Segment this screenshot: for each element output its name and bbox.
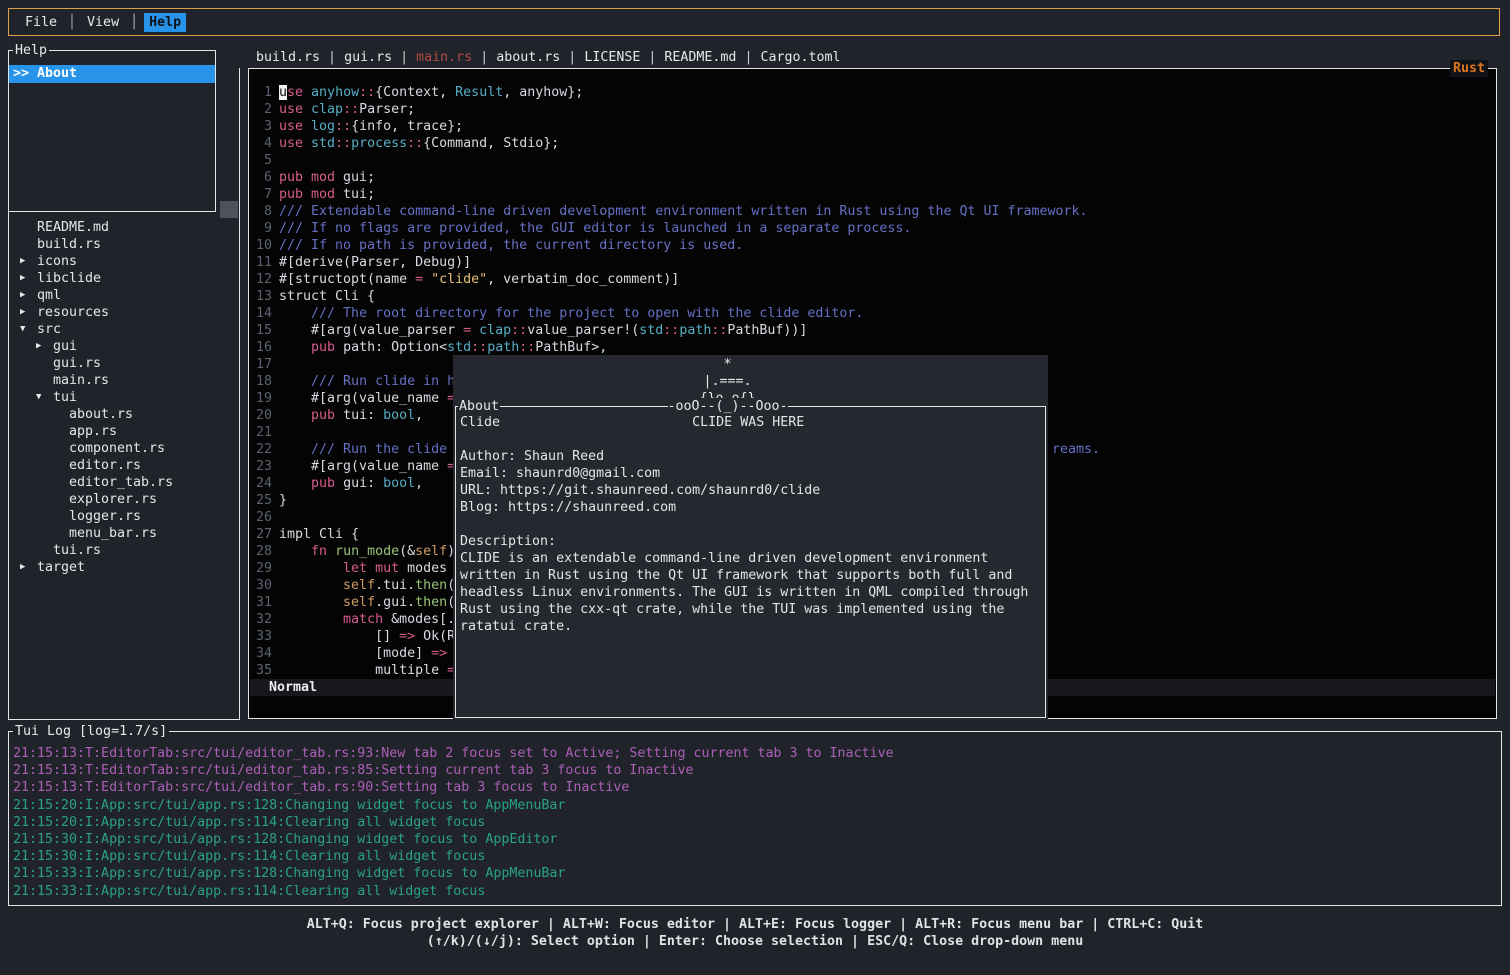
tab-gui.rs[interactable]: gui.rs — [344, 50, 392, 65]
editor-language-badge: Rust — [1450, 60, 1488, 77]
tree-item-build-rs[interactable]: build.rs — [9, 236, 238, 253]
app-window: File│View│Help build.rs | gui.rs | main.… — [0, 0, 1510, 975]
statusbar-shortcuts-line2: (↑/k)/(↓/j): Select option | Enter: Choo… — [0, 933, 1510, 950]
tree-item-app-rs[interactable]: app.rs — [9, 423, 238, 440]
tree-item-editor-rs[interactable]: editor.rs — [9, 457, 238, 474]
code-line: 3use log::{info, trace}; — [252, 118, 1494, 135]
ascii-art-border-line: -ooO--(_)--Ooo- — [667, 398, 787, 415]
code-line: 12#[structopt(name = "clide", verbatim_d… — [252, 271, 1494, 288]
tab-main.rs[interactable]: main.rs — [416, 50, 472, 65]
log-entry: 21:15:30:I:App:src/tui/app.rs:114:Cleari… — [13, 848, 1499, 865]
tree-item-tui-rs[interactable]: tui.rs — [9, 542, 238, 559]
code-line: 2use clap::Parser; — [252, 101, 1494, 118]
about-popup: * |.===. {}o o{} About -ooO--(_)--Ooo- C… — [453, 355, 1048, 720]
help-dropdown: Help >> About — [8, 50, 216, 212]
tree-item-gui[interactable]: ▶gui — [9, 338, 238, 355]
chevron-collapsed-icon[interactable]: ▶ — [36, 338, 53, 355]
code-line: 14 /// The root directory for the projec… — [252, 305, 1494, 322]
tree-item-menu_bar-rs[interactable]: menu_bar.rs — [9, 525, 238, 542]
editor-tabs: build.rs | gui.rs | main.rs | about.rs |… — [256, 49, 841, 66]
code-overflow-fragment: reams. — [1052, 441, 1100, 458]
code-line: 5 — [252, 152, 1494, 169]
log-entry: 21:15:20:I:App:src/tui/app.rs:114:Cleari… — [13, 814, 1499, 831]
code-line: 7pub mod tui; — [252, 186, 1494, 203]
menu-item-view[interactable]: View — [82, 13, 124, 32]
tree-item-tui[interactable]: ▼tui — [9, 389, 238, 406]
menu-bar-items: File│View│Help — [20, 13, 186, 32]
log-entry: 21:15:13:T:EditorTab:src/tui/editor_tab.… — [13, 745, 1499, 762]
chevron-collapsed-icon[interactable]: ▶ — [20, 253, 37, 270]
menu-item-help[interactable]: Help — [144, 13, 186, 32]
tree-item-explorer-rs[interactable]: explorer.rs — [9, 491, 238, 508]
menu-item-file[interactable]: File — [20, 13, 62, 32]
tree-item-main-rs[interactable]: main.rs — [9, 372, 238, 389]
explorer-scrollbar-thumb[interactable] — [220, 201, 238, 218]
tree-item-libclide[interactable]: ▶libclide — [9, 270, 238, 287]
about-popup-box: About -ooO--(_)--Ooo- Clide CLIDE WAS HE… — [455, 406, 1046, 718]
tree-item-qml[interactable]: ▶qml — [9, 287, 238, 304]
tab-about.rs[interactable]: about.rs — [496, 50, 560, 65]
about-popup-title: About — [458, 398, 500, 415]
log-entry: 21:15:13:T:EditorTab:src/tui/editor_tab.… — [13, 779, 1499, 796]
statusbar-shortcuts-line1: ALT+Q: Focus project explorer | ALT+W: F… — [0, 916, 1510, 933]
code-line: 8/// Extendable command-line driven deve… — [252, 203, 1494, 220]
chevron-collapsed-icon[interactable]: ▶ — [20, 270, 37, 287]
log-entry: 21:15:33:I:App:src/tui/app.rs:128:Changi… — [13, 865, 1499, 882]
tab-readme.md[interactable]: README.md — [664, 50, 736, 65]
tree-item-about-rs[interactable]: about.rs — [9, 406, 238, 423]
tree-item-gui-rs[interactable]: gui.rs — [9, 355, 238, 372]
tree-item-icons[interactable]: ▶icons — [9, 253, 238, 270]
code-line: 6pub mod gui; — [252, 169, 1494, 186]
code-line: 1use anyhow::{Context, Result, anyhow}; — [252, 84, 1494, 101]
tui-log-title: Tui Log [log=1.7/s] — [13, 723, 169, 740]
vim-mode-indicator: Normal — [269, 680, 317, 695]
code-line: 9/// If no flags are provided, the GUI e… — [252, 220, 1494, 237]
chevron-expanded-icon[interactable]: ▼ — [20, 321, 37, 338]
chevron-collapsed-icon[interactable]: ▶ — [20, 304, 37, 321]
chevron-collapsed-icon[interactable]: ▶ — [20, 287, 37, 304]
code-line: 15 #[arg(value_parser = clap::value_pars… — [252, 322, 1494, 339]
chevron-collapsed-icon[interactable]: ▶ — [20, 559, 37, 576]
chevron-expanded-icon[interactable]: ▼ — [36, 389, 53, 406]
log-entry: 21:15:13:T:EditorTab:src/tui/editor_tab.… — [13, 762, 1499, 779]
log-entry: 21:15:20:I:App:src/tui/app.rs:128:Changi… — [13, 797, 1499, 814]
code-line: 11#[derive(Parser, Debug)] — [252, 254, 1494, 271]
help-dropdown-title: Help — [13, 42, 49, 59]
tree-item-readme-md[interactable]: README.md — [9, 219, 238, 236]
code-line: 4use std::process::{Command, Stdio}; — [252, 135, 1494, 152]
tree-item-resources[interactable]: ▶resources — [9, 304, 238, 321]
tree-item-component-rs[interactable]: component.rs — [9, 440, 238, 457]
code-line: 13struct Cli { — [252, 288, 1494, 305]
tab-build.rs[interactable]: build.rs — [256, 50, 320, 65]
code-line: 10/// If no path is provided, the curren… — [252, 237, 1494, 254]
log-entry: 21:15:30:I:App:src/tui/app.rs:128:Changi… — [13, 831, 1499, 848]
tree-item-src[interactable]: ▼src — [9, 321, 238, 338]
tree-item-editor_tab-rs[interactable]: editor_tab.rs — [9, 474, 238, 491]
tab-license[interactable]: LICENSE — [584, 50, 640, 65]
tree-item-logger-rs[interactable]: logger.rs — [9, 508, 238, 525]
log-entry: 21:15:33:I:App:src/tui/app.rs:114:Cleari… — [13, 883, 1499, 900]
code-line: 16 pub path: Option<std::path::PathBuf>, — [252, 339, 1494, 356]
log-entries: 21:15:13:T:EditorTab:src/tui/editor_tab.… — [13, 745, 1499, 900]
menu-bar: File│View│Help — [8, 8, 1500, 36]
about-popup-body: Clide CLIDE WAS HERE Author: Shaun Reed … — [460, 414, 1045, 635]
tree-item-target[interactable]: ▶target — [9, 559, 238, 576]
file-tree: README.mdbuild.rs▶icons▶libclide▶qml▶res… — [9, 219, 238, 576]
help-dropdown-option-about[interactable]: >> About — [9, 65, 215, 83]
tab-cargo.toml[interactable]: Cargo.toml — [760, 50, 840, 65]
tui-log-panel: Tui Log [log=1.7/s] 21:15:13:T:EditorTab… — [8, 731, 1502, 906]
